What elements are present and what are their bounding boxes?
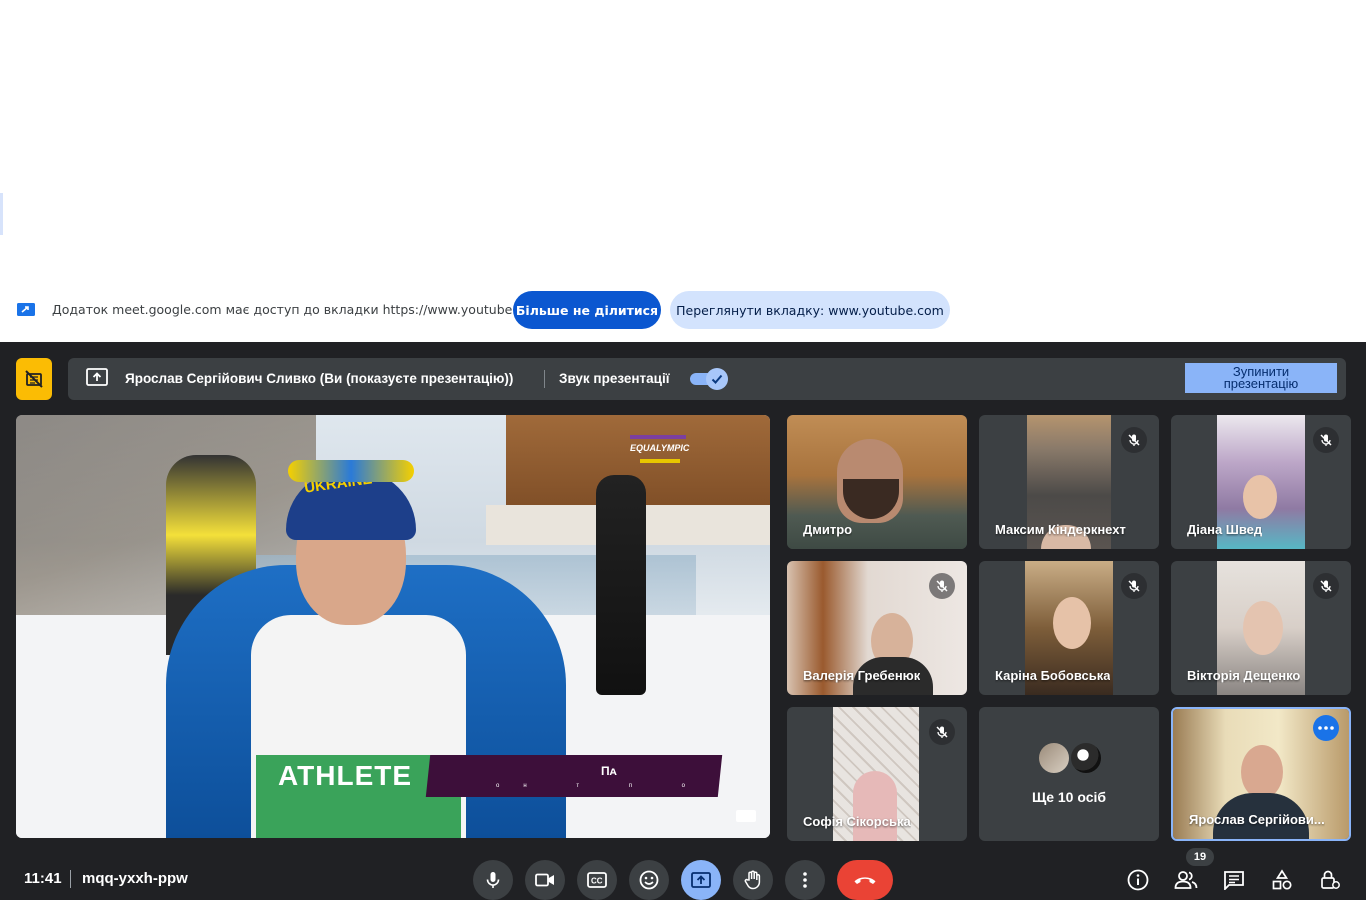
mic-off-icon: [1121, 427, 1147, 453]
more-vert-icon: [803, 872, 807, 888]
video-watermark: [736, 810, 756, 822]
presentation-bar: Ярослав Сергійович Сливко (Ви (показуєте…: [68, 358, 1346, 400]
mic-off-icon: [1121, 573, 1147, 599]
participant-name: Вікторія Дещенко: [1187, 668, 1301, 683]
participant-name: Ярослав Сергійови...: [1189, 812, 1325, 827]
participant-face: [1243, 475, 1277, 519]
participant-name: Валерія Гребенюк: [803, 668, 921, 683]
host-controls-icon[interactable]: [1315, 865, 1345, 895]
divider: [544, 370, 545, 388]
presentation-audio-label: Звук презентації: [559, 371, 670, 386]
camera-button[interactable]: [525, 860, 565, 900]
participant-tile[interactable]: Софія Сікорська: [787, 707, 967, 841]
captions-icon: CC: [587, 872, 607, 888]
more-options-button[interactable]: [785, 860, 825, 900]
mic-off-icon: [929, 719, 955, 745]
mic-off-icon: [1313, 427, 1339, 453]
participant-face: [1053, 597, 1091, 649]
present-screen-icon: [691, 872, 711, 888]
participant-name: Софія Сікорська: [803, 814, 911, 829]
present-button[interactable]: [681, 860, 721, 900]
avatar: [1037, 741, 1071, 775]
emoji-icon: [639, 870, 659, 890]
mic-button[interactable]: [473, 860, 513, 900]
emoji-button[interactable]: [629, 860, 669, 900]
present-icon: [86, 368, 108, 386]
share-message: Додаток meet.google.com має доступ до вк…: [52, 302, 543, 317]
presenter-name: Ярослав Сергійович Сливко (Ви (показуєте…: [125, 371, 514, 386]
camera-off-icon: [24, 369, 44, 389]
mic-off-icon: [929, 573, 955, 599]
end-call-button[interactable]: [837, 860, 893, 900]
stop-sharing-button[interactable]: Більше не ділитися: [513, 291, 661, 329]
participant-face: [1243, 601, 1283, 655]
logo-bar: [640, 459, 680, 463]
divider: [70, 870, 71, 888]
browser-content-area: [0, 0, 1366, 290]
focus-indicator: [0, 193, 3, 235]
participant-tile[interactable]: Каріна Бобовська: [979, 561, 1159, 695]
end-call-icon: [853, 875, 877, 885]
participant-tile[interactable]: Максим Кіндеркнехт: [979, 415, 1159, 549]
activities-icon[interactable]: [1267, 865, 1297, 895]
banner-subtitle: ᴏн т п о: [496, 783, 709, 789]
background-person: [596, 475, 646, 695]
banner-title: Пᴀ: [601, 764, 617, 778]
lower-third-banner: [425, 755, 723, 797]
logo-bar: [630, 435, 686, 439]
toggle-knob: [706, 368, 728, 390]
participant-tile[interactable]: Вікторія Дещенко: [1171, 561, 1351, 695]
camera-icon: [535, 873, 555, 887]
captions-button[interactable]: CC: [577, 860, 617, 900]
view-tab-button[interactable]: Переглянути вкладку: www.youtube.com: [670, 291, 950, 329]
presentation-audio-toggle[interactable]: [690, 368, 728, 390]
raise-hand-icon: [744, 870, 762, 890]
participant-name: Діана Швед: [1187, 522, 1263, 537]
participant-name: Максим Кіндеркнехт: [995, 522, 1126, 537]
equalympic-logo: EQUALYMPIC: [630, 443, 690, 453]
avatar: [1069, 741, 1103, 775]
participant-tile[interactable]: Діана Швед: [1171, 415, 1351, 549]
meeting-code: mqq-yxxh-ppw: [82, 870, 188, 887]
meet-window: Ярослав Сергійович Сливко (Ви (показуєте…: [0, 342, 1366, 900]
mic-off-icon: [1313, 573, 1339, 599]
control-bar: 11:41 mqq-yxxh-ppw CC 19: [0, 848, 1366, 900]
check-icon: [710, 372, 724, 386]
athlete-goggles: [288, 460, 414, 482]
more-participants-tile[interactable]: Ще 10 осіб: [979, 707, 1159, 841]
participant-person: [853, 771, 897, 841]
share-tab-icon: [16, 302, 36, 318]
chat-icon[interactable]: [1219, 865, 1249, 895]
raise-hand-button[interactable]: [733, 860, 773, 900]
camera-off-indicator[interactable]: [16, 358, 52, 400]
info-icon[interactable]: [1123, 865, 1153, 895]
participant-count-badge: 19: [1186, 848, 1214, 866]
more-options-icon[interactable]: [1313, 715, 1339, 741]
presented-video[interactable]: EQUALYMPIC ATHLETE UKRAINE Пᴀ ᴏн т п о: [16, 415, 770, 838]
self-tile[interactable]: Ярослав Сергійови...: [1171, 707, 1351, 841]
participant-name: Каріна Бобовська: [995, 668, 1111, 683]
share-info-bar: Додаток meet.google.com має доступ до вк…: [0, 290, 1366, 342]
participant-tile[interactable]: Валерія Гребенюк: [787, 561, 967, 695]
meeting-time: 11:41: [24, 870, 62, 887]
more-participants-label: Ще 10 осіб: [1031, 789, 1107, 805]
svg-text:CC: CC: [591, 877, 603, 886]
people-icon[interactable]: [1171, 865, 1201, 895]
bib-text: ATHLETE: [278, 760, 413, 791]
participant-name: Дмитро: [803, 522, 853, 537]
stop-presenting-button[interactable]: Зупинити презентацію: [1185, 363, 1337, 393]
participant-tile[interactable]: Дмитро: [787, 415, 967, 549]
mic-icon: [485, 871, 501, 889]
participant-face: [1241, 745, 1283, 799]
